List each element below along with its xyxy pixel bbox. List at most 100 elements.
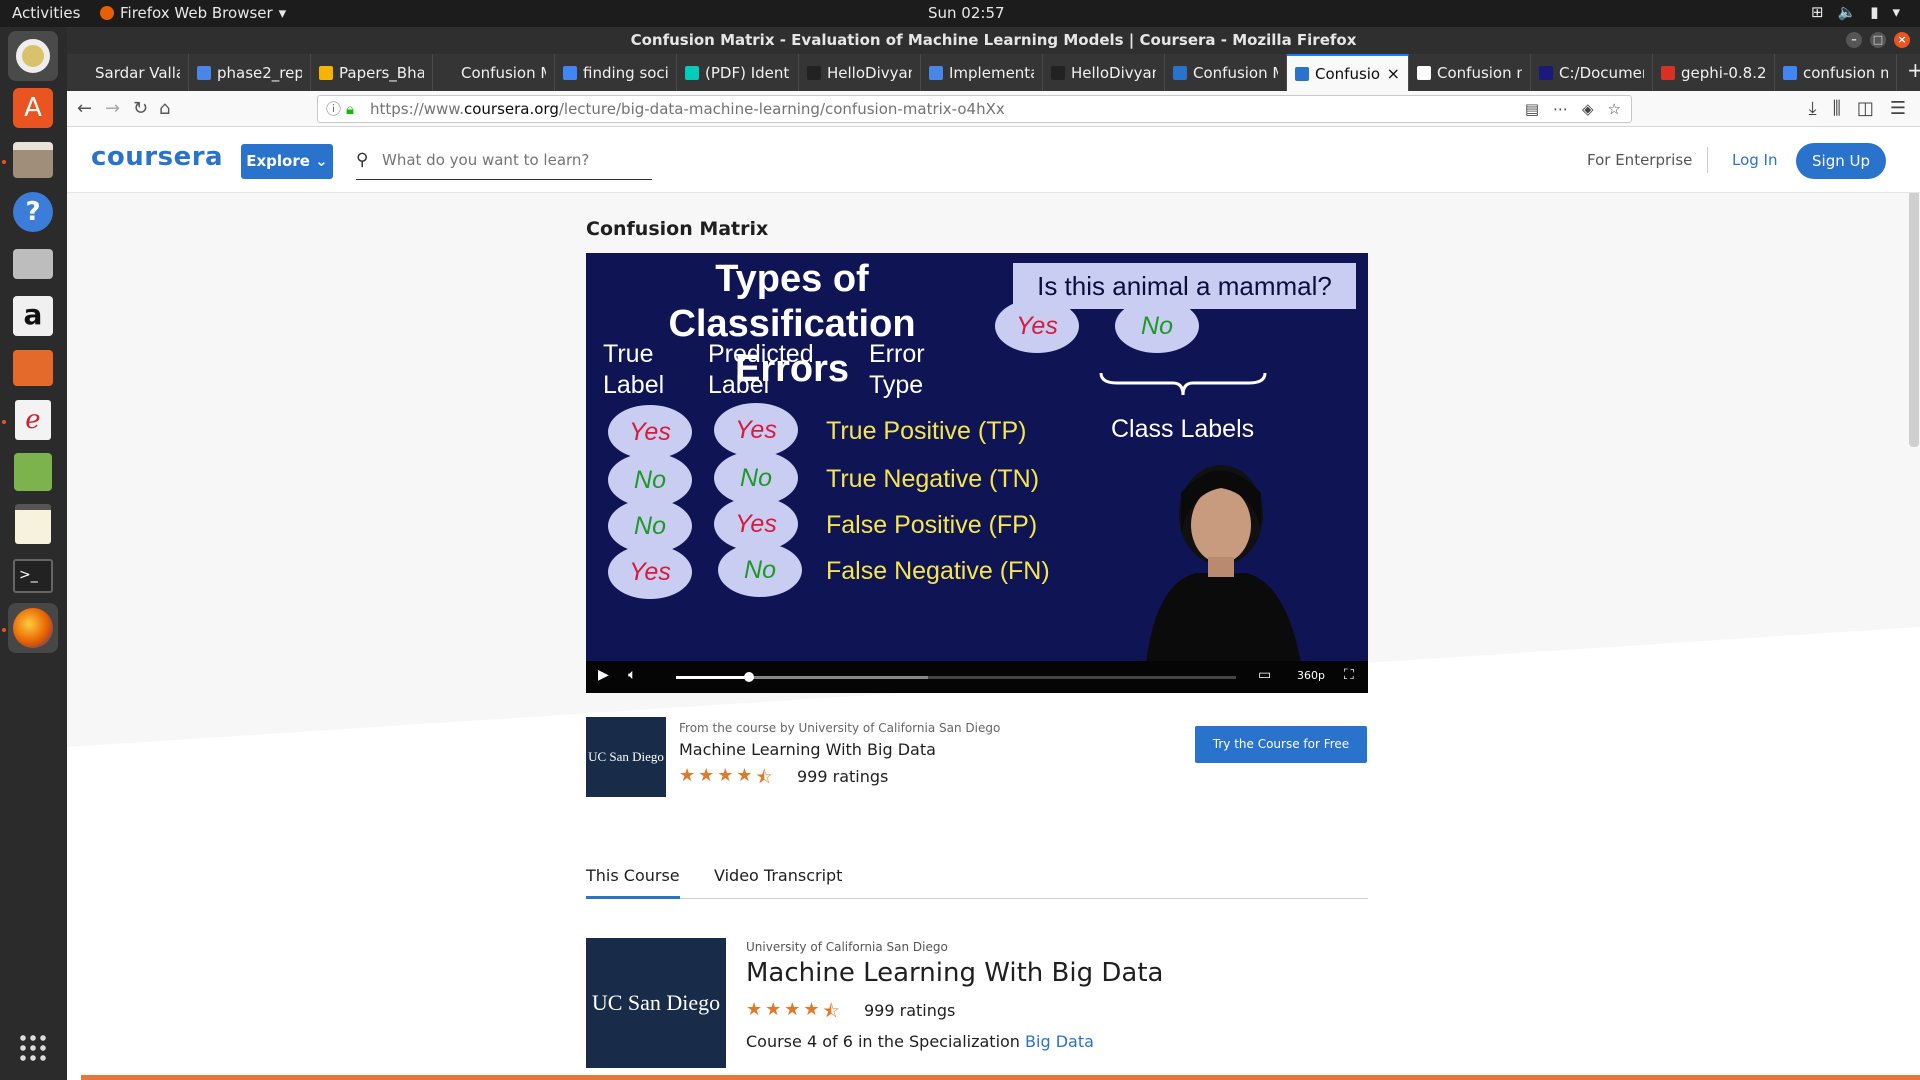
lock-icon[interactable]: 🔒︎ [346, 96, 354, 122]
browser-tab[interactable]: gephi-0.8.2- [1653, 54, 1775, 91]
wikipedia-icon [1417, 65, 1431, 80]
tab-label: finding soci [583, 63, 668, 82]
video-player[interactable]: Types of Classification Errors Is this a… [586, 253, 1368, 693]
star-full-icon: ★ [803, 999, 820, 1020]
sidebar-icon[interactable]: ◫ [1857, 98, 1874, 119]
browser-tab[interactable]: Papers_Bha [311, 54, 433, 91]
brace-shape [1099, 372, 1267, 396]
play-button[interactable]: ▶ [598, 667, 609, 683]
ratings-count: 999 ratings [797, 767, 889, 786]
course-title[interactable]: Machine Learning With Big Data [746, 958, 1163, 988]
reload-button[interactable]: ↻ [133, 98, 148, 119]
volume-icon[interactable]: 🔈 [1838, 3, 1857, 21]
minimize-button[interactable]: – [1846, 32, 1862, 48]
browser-tab[interactable]: HelloDivyan [1043, 54, 1165, 91]
browser-tab[interactable]: phase2_rep [189, 54, 311, 91]
pdf-viewer-icon[interactable]: ℯ [8, 395, 58, 445]
university-logo[interactable]: UC San Diego [586, 938, 726, 1068]
files-icon[interactable] [8, 135, 58, 185]
signup-button[interactable]: Sign Up [1796, 143, 1886, 179]
browser-tab[interactable]: HelloDivyan [799, 54, 921, 91]
network-icon[interactable]: ⊞ [1811, 3, 1824, 21]
search-input[interactable] [382, 147, 642, 173]
browser-tab[interactable]: C:/Documer [1531, 54, 1653, 91]
search-icon[interactable]: ⚲ [356, 150, 368, 170]
text-editor-icon[interactable] [8, 499, 58, 549]
volume-icon[interactable]: 🔈︎ [628, 667, 636, 683]
try-course-button[interactable]: Try the Course for Free [1195, 726, 1367, 763]
info-icon[interactable]: ⓘ [326, 96, 341, 122]
coursera-logo[interactable]: coursera [91, 142, 223, 172]
played-range [676, 676, 749, 679]
pocket-icon[interactable]: ◈ [1582, 96, 1594, 122]
class-label-yes: Yes [995, 299, 1079, 353]
browser-tab[interactable]: Confusion m [1409, 54, 1531, 91]
firefox-dock-icon[interactable] [8, 603, 58, 653]
tab-this-course[interactable]: This Course [586, 861, 680, 899]
specialization-line: Course 4 of 6 in the Specialization Big … [746, 1032, 1094, 1051]
software-center-icon[interactable]: A [8, 83, 58, 133]
lecture-title: Confusion Matrix [586, 218, 769, 240]
tab-label: HelloDivyan [827, 63, 912, 82]
terminal-icon[interactable]: >_ [8, 551, 58, 601]
rhythmbox-icon[interactable] [8, 31, 58, 81]
map-editor-icon[interactable] [8, 447, 58, 497]
quality-selector[interactable]: 360p [1297, 669, 1325, 682]
explore-button[interactable]: Explore ⌄ [241, 144, 333, 179]
login-link[interactable]: Log In [1732, 151, 1778, 169]
browser-tab[interactable]: confusion m [1775, 54, 1897, 91]
browser-tab[interactable]: (PDF) Ident [677, 54, 799, 91]
clock[interactable]: Sun 02:57 [928, 4, 1005, 22]
star-half-icon: ⯪ [822, 1001, 840, 1022]
browser-tab[interactable]: Sardar Vallabh [67, 54, 189, 91]
show-apps-icon[interactable] [8, 1023, 58, 1073]
battery-icon[interactable]: ▮ [1870, 3, 1878, 21]
new-tab-button[interactable]: + [1897, 54, 1920, 91]
browser-tab[interactable]: Implementa [921, 54, 1043, 91]
library-icon[interactable]: ⫼ [1833, 98, 1841, 119]
help-icon[interactable]: ? [8, 187, 58, 237]
home-button[interactable]: ⌂ [159, 98, 170, 119]
specialization-link[interactable]: Big Data [1025, 1032, 1094, 1051]
browser-tab[interactable]: finding soci [555, 54, 677, 91]
menu-icon[interactable]: ☰ [1890, 98, 1906, 119]
browser-tab[interactable]: Confusio × [1287, 54, 1409, 91]
tab-label: phase2_rep [217, 63, 302, 82]
course-thumbnail[interactable]: UC San Diego [586, 717, 666, 797]
url-domain: coursera.org [463, 100, 559, 118]
url-bar[interactable]: ⓘ 🔒︎ https://www.coursera.org/lecture/bi… [317, 95, 1632, 123]
star-full-icon: ★ [784, 999, 801, 1020]
star-full-icon: ★ [736, 765, 753, 786]
tab-label: gephi-0.8.2- [1681, 63, 1766, 82]
video-progress-bar[interactable] [676, 672, 1236, 682]
window-title-bar: Confusion Matrix - Evaluation of Machine… [67, 27, 1920, 54]
system-tray[interactable]: ⊞ 🔈 ▮ ▾ [1811, 3, 1900, 21]
close-tab-icon[interactable]: × [1387, 64, 1400, 83]
navigation-toolbar: ← → ↻ ⌂ ⓘ 🔒︎ https://www.coursera.org/le… [67, 91, 1920, 127]
tab-strip: Sardar Vallabh phase2_rep Papers_Bha Confus… [67, 54, 1920, 91]
fullscreen-icon[interactable]: ⛶ [1344, 667, 1354, 683]
amazon-icon[interactable]: a [8, 291, 58, 341]
chevron-down-icon[interactable]: ▾ [1892, 3, 1900, 21]
tab-video-transcript[interactable]: Video Transcript [714, 861, 842, 899]
course-name-link[interactable]: Machine Learning With Big Data [679, 740, 936, 759]
captions-icon[interactable]: ▭ [1258, 667, 1271, 683]
downloads-icon[interactable]: ⤓ [1809, 98, 1817, 119]
browser-tab[interactable]: Confusion Mat [433, 54, 555, 91]
back-button[interactable]: ← [77, 98, 92, 119]
for-enterprise-link[interactable]: For Enterprise [1587, 151, 1692, 169]
star-full-icon: ★ [746, 999, 763, 1020]
photo-viewer-icon[interactable] [8, 343, 58, 393]
reader-view-icon[interactable]: ▤ [1525, 96, 1539, 122]
app-menu[interactable]: Firefox Web Browser ▾ [100, 4, 286, 22]
forward-button[interactable]: → [105, 98, 120, 119]
printer-icon[interactable] [8, 239, 58, 289]
tab-label: Implementa [949, 63, 1034, 82]
activities-button[interactable]: Activities [12, 4, 80, 22]
page-actions-icon[interactable]: ⋯ [1553, 96, 1568, 122]
browser-tab[interactable]: Confusion M [1165, 54, 1287, 91]
progress-thumb[interactable] [743, 672, 754, 682]
bookmark-star-icon[interactable]: ☆ [1608, 96, 1621, 122]
close-window-button[interactable]: × [1894, 32, 1910, 48]
maximize-button[interactable]: □ [1870, 32, 1886, 48]
